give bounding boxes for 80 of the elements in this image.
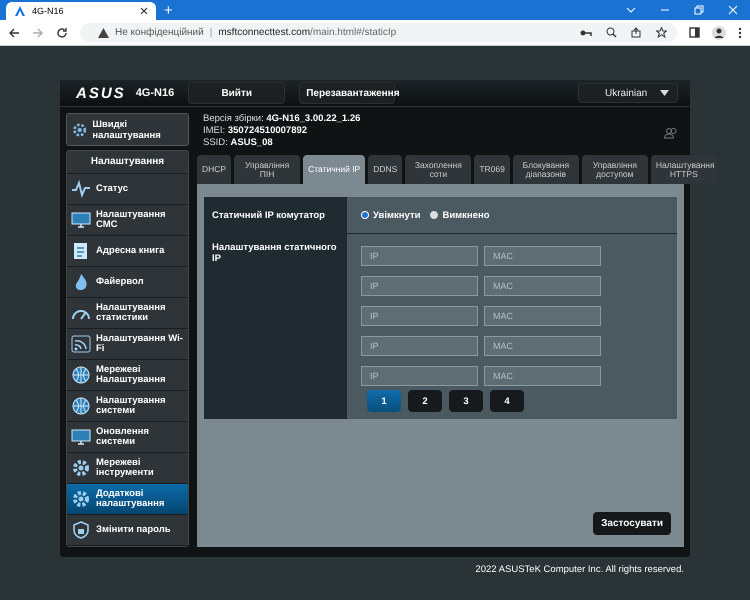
sidebar-icon[interactable]	[689, 27, 700, 38]
model-name: 4G-N16	[136, 87, 174, 99]
setting-label: Налаштування статичного IP	[204, 234, 347, 419]
gear-icon	[71, 459, 91, 477]
tab[interactable]: DHCP	[197, 155, 232, 184]
setting-label: Статичний IP комутатор	[204, 197, 347, 233]
ip-field[interactable]: IP	[361, 366, 478, 386]
menu-title: Налаштування	[67, 151, 188, 174]
menu-item[interactable]: Налаштування системи	[67, 391, 188, 422]
globe-icon	[71, 397, 91, 415]
mac-field[interactable]: MAC	[484, 366, 601, 386]
monitor-icon	[71, 428, 91, 446]
menu-item[interactable]: Статус	[67, 174, 188, 205]
mac-field[interactable]: MAC	[484, 246, 601, 266]
menu-item[interactable]: Змінити пароль	[67, 515, 188, 546]
star-icon[interactable]	[656, 27, 667, 38]
radio-option[interactable]: Вимкнено	[430, 210, 490, 220]
tab[interactable]: Налаштування HTTPS	[650, 155, 717, 184]
apply-button[interactable]: Застосувати	[593, 512, 671, 535]
menu-item[interactable]: Мережеві Налаштування	[67, 360, 188, 391]
browser-tab[interactable]: 4G-N16	[6, 2, 156, 20]
back-icon[interactable]	[8, 26, 20, 38]
url-text: msftconnecttest.com/main.html#/staticIp	[218, 27, 396, 38]
zoom-icon[interactable]	[606, 27, 617, 38]
info-line: IMEI: 350724510007892	[203, 125, 308, 136]
more-icon[interactable]	[738, 26, 742, 38]
tab[interactable]: DDNS	[368, 155, 402, 184]
warning-icon	[98, 28, 109, 38]
info-line: Версія збірки: 4G-N16_3.00.22_1.26	[203, 113, 360, 124]
ip-field[interactable]: IP	[361, 336, 478, 356]
globe-icon	[71, 366, 91, 384]
tab[interactable]: Управління ПІН	[234, 155, 300, 184]
monitor-icon	[71, 211, 91, 229]
tab[interactable]: Управління доступом	[582, 155, 648, 184]
tab[interactable]: Блокування діапазонів	[512, 155, 579, 184]
triangle-logo-icon	[14, 5, 26, 17]
tab[interactable]: Захоплення соти	[405, 155, 472, 184]
new-tab-button[interactable]: +	[164, 2, 173, 20]
mac-field[interactable]: MAC	[484, 276, 601, 296]
page-button[interactable]: 3	[449, 390, 483, 412]
mac-field[interactable]: MAC	[484, 306, 601, 326]
radio-option[interactable]: Увімкнути	[361, 210, 420, 220]
ip-field[interactable]: IP	[361, 306, 478, 326]
brand-logo: ASUS	[76, 84, 126, 102]
separator: |	[210, 27, 212, 38]
page-button[interactable]: 2	[408, 390, 442, 412]
tab[interactable]: TR069	[474, 155, 510, 184]
menu-item[interactable]: Налаштування статистики	[67, 298, 188, 329]
gear-icon	[71, 490, 91, 508]
key-icon[interactable]	[580, 28, 592, 36]
users-icon[interactable]	[664, 127, 678, 139]
quick-setup-button[interactable]: Швидкі налаштування	[66, 113, 189, 146]
ip-field[interactable]: IP	[361, 276, 478, 296]
ip-field[interactable]: IP	[361, 246, 478, 266]
info-line: SSID: ASUS_08	[203, 137, 274, 148]
wifi-icon	[71, 335, 91, 353]
menu-item[interactable]: Адресна книга	[67, 236, 188, 267]
caret-icon	[660, 90, 669, 96]
menu-item[interactable]: Додаткові налаштування	[67, 484, 188, 515]
address-field[interactable]: Не конфіденційний | msftconnecttest.com/main.html#/staticIp	[80, 23, 677, 42]
page-button[interactable]: 4	[490, 390, 524, 412]
language-dropdown[interactable]: Ukrainian	[578, 83, 678, 103]
profile-icon[interactable]	[712, 26, 726, 40]
close-icon[interactable]	[140, 7, 148, 15]
menu-item[interactable]: Налаштування СМС	[67, 205, 188, 236]
logout-button[interactable]: Вийти	[188, 82, 286, 104]
share-icon[interactable]	[631, 27, 642, 38]
copyright-text: 2022 ASUSTeK Computer Inc. All rights reserved.	[475, 564, 684, 575]
shield-icon	[71, 521, 91, 539]
page-button[interactable]: 1	[367, 390, 401, 412]
menu-item[interactable]: Оновлення системи	[67, 422, 188, 453]
menu-item[interactable]: Налаштування Wi-Fi	[67, 329, 188, 360]
pulse-icon	[71, 180, 91, 198]
mac-field[interactable]: MAC	[484, 336, 601, 356]
menu-item[interactable]: Файервол	[67, 267, 188, 298]
security-label: Не конфіденційний	[115, 27, 204, 38]
chevron-icon[interactable]	[626, 6, 636, 14]
tab[interactable]: Статичний IP	[303, 155, 366, 184]
restore-icon[interactable]	[694, 5, 704, 15]
reload-icon[interactable]	[56, 26, 68, 38]
